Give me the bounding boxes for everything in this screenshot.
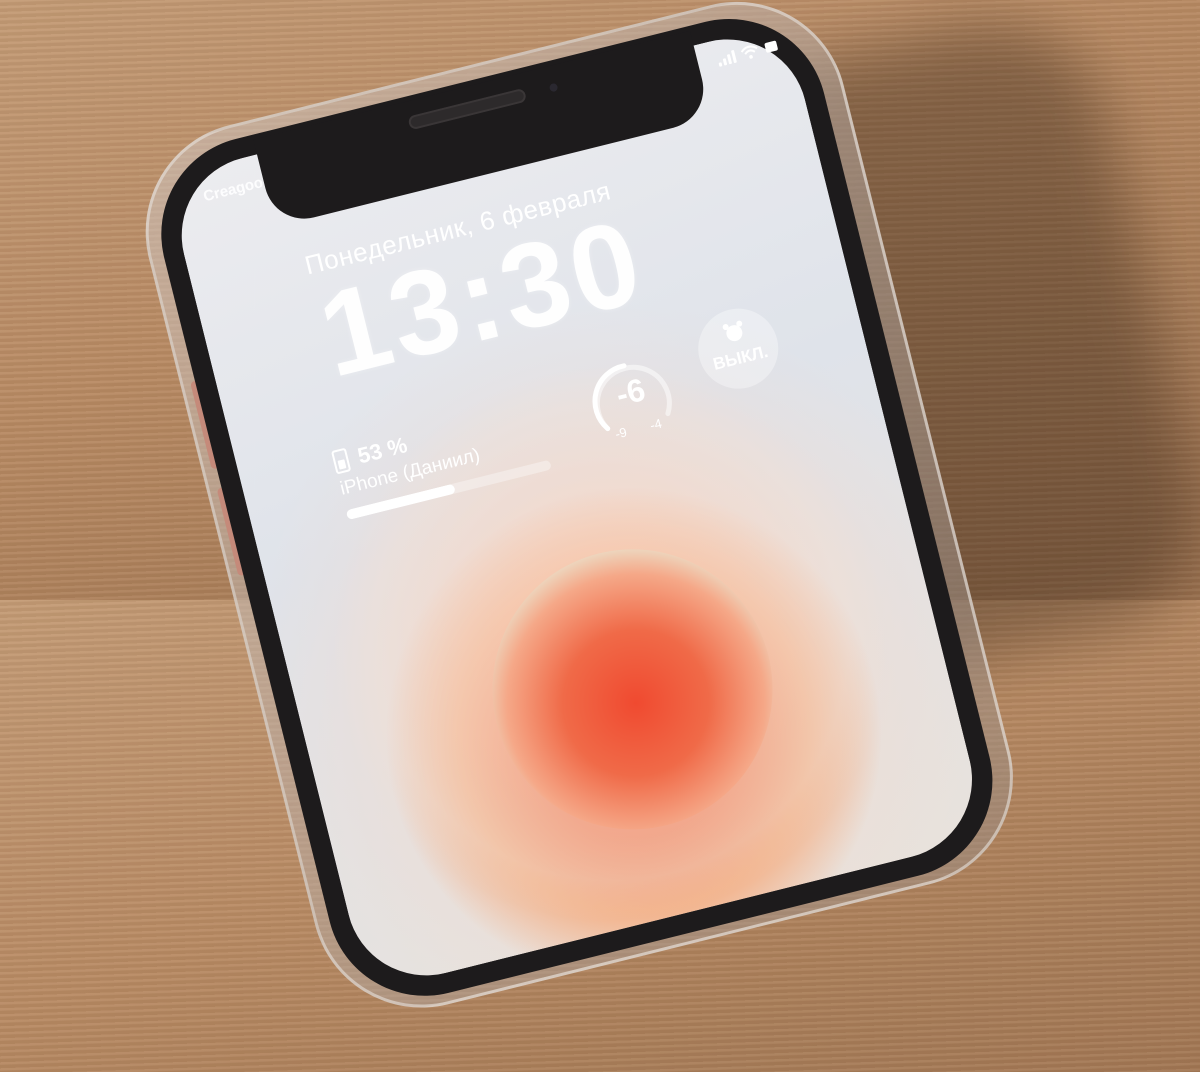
alarm-clock-icon (721, 319, 749, 351)
